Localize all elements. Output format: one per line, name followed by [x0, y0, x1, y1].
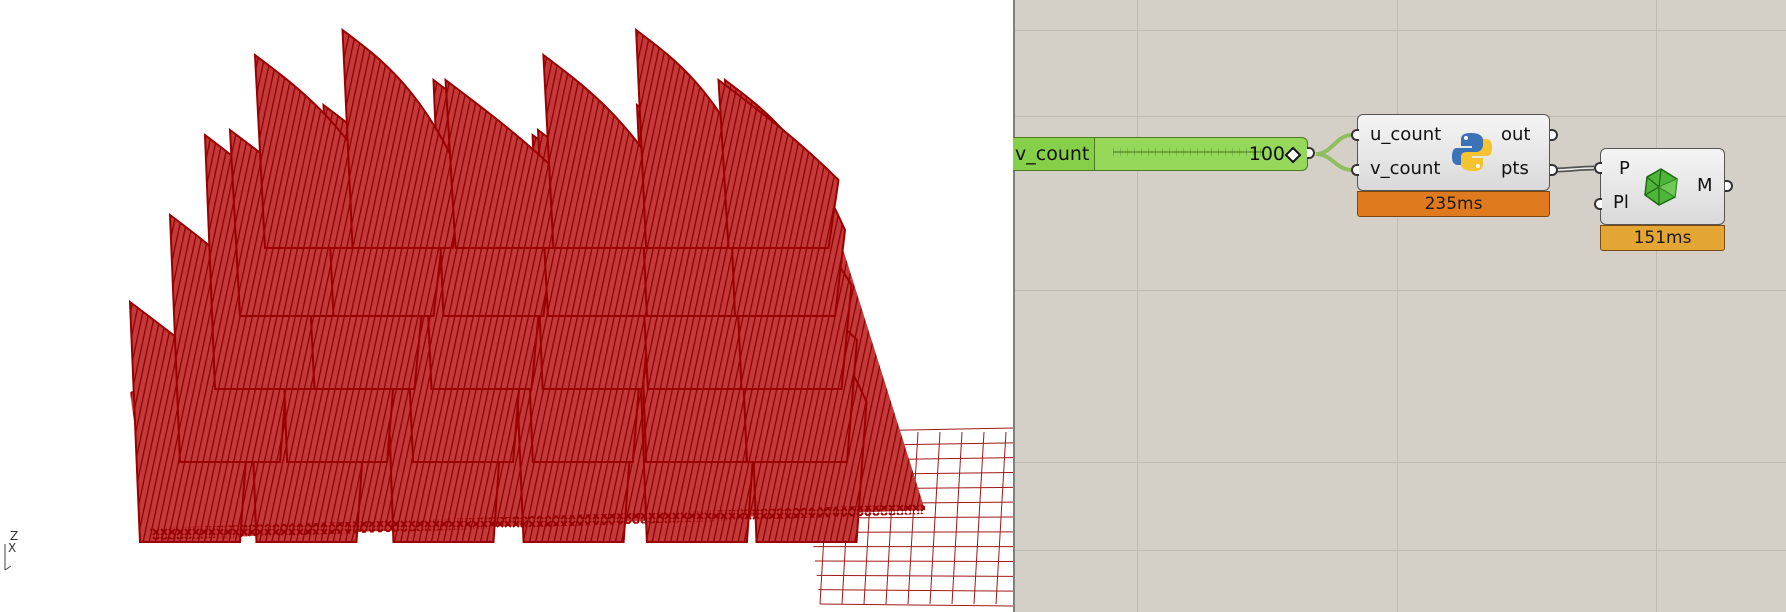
red-mesh	[128, 27, 925, 543]
python-component[interactable]: u_count v_count out pts	[1357, 114, 1550, 191]
axis-lines	[4, 544, 12, 571]
input-v-count: v_count	[1370, 158, 1441, 179]
output-out: out	[1501, 124, 1531, 145]
slider-value: 100	[1248, 143, 1285, 165]
python-input-pin-v[interactable]	[1351, 164, 1359, 176]
grid-line-h	[816, 574, 1013, 577]
mesh-timing-badge: 151ms	[1600, 225, 1725, 251]
slider-name: v_count	[1013, 138, 1095, 170]
input-p: P	[1619, 158, 1630, 179]
slider-track[interactable]	[1113, 151, 1263, 153]
mesh-component[interactable]: P Pl M	[1600, 148, 1725, 225]
python-timing-badge: 235ms	[1357, 191, 1550, 217]
slider-grip-icon[interactable]	[1284, 146, 1302, 164]
rhino-viewport[interactable]: Z X	[0, 0, 1013, 612]
output-pts: pts	[1501, 158, 1529, 179]
python-icon	[1452, 133, 1492, 171]
grid-line-h	[819, 603, 1013, 607]
input-u-count: u_count	[1370, 124, 1442, 145]
mesh-fin	[717, 77, 840, 249]
v-count-slider[interactable]: v_count 100	[1013, 137, 1308, 171]
grid-line-h	[818, 589, 1013, 592]
viewport-scene	[128, 27, 1013, 607]
input-pl: Pl	[1613, 192, 1629, 213]
grasshopper-canvas[interactable]	[1013, 0, 1786, 612]
mesh-icon	[1644, 168, 1678, 206]
axis-gizmo: Z X	[2, 530, 24, 574]
grid-line-v	[929, 431, 941, 605]
python-input-pin-u[interactable]	[1351, 129, 1359, 141]
mesh-input-pin-pl[interactable]	[1594, 198, 1602, 210]
grid-line-v	[951, 431, 963, 605]
mesh-input-pin-p[interactable]	[1594, 162, 1602, 174]
output-m: M	[1697, 175, 1713, 196]
